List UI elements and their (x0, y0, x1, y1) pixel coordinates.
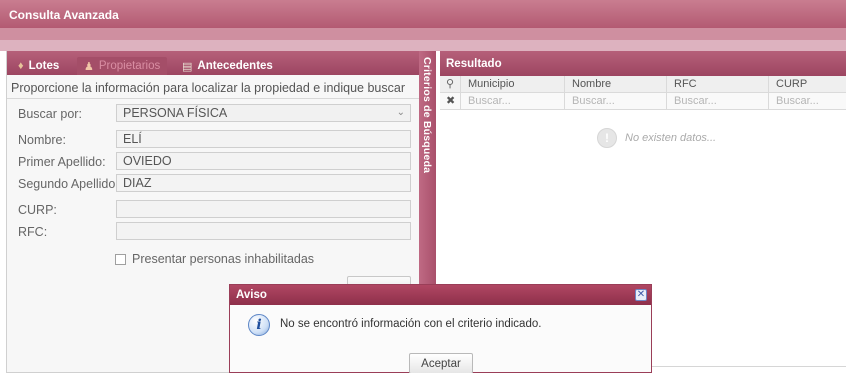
results-title: Resultado (440, 51, 846, 76)
tab-propietarios-label: Propietarios (98, 60, 161, 72)
aviso-dialog: Aviso ✕ i No se encontró información con… (229, 284, 652, 373)
search-icon[interactable]: ⚲ (440, 76, 461, 93)
lots-icon: ♦ (18, 60, 24, 72)
row-segundo-apellido: Segundo Apellido: DIAZ (7, 174, 420, 194)
primer-apellido-input[interactable]: OVIEDO (116, 152, 411, 170)
inhabilitadas-checkbox[interactable] (115, 253, 126, 265)
filter-municipio[interactable]: Buscar... (461, 93, 565, 110)
col-municipio[interactable]: Municipio (461, 76, 565, 93)
history-icon: ▤ (182, 60, 193, 73)
window-title: Consulta Avanzada (0, 0, 846, 28)
filter-curp[interactable]: Buscar... (769, 93, 846, 110)
row-primer-apellido: Primer Apellido: OVIEDO (7, 152, 420, 172)
divider (7, 98, 420, 99)
buscar-por-value: PERSONA FÍSICA (123, 106, 228, 120)
criteria-bar-label: Criterios de Búsqueda (421, 57, 433, 174)
tab-bar: ♦ Lotes ♟ Propietarios ▤ Antecedentes (7, 51, 420, 75)
owner-icon: ♟ (84, 60, 94, 73)
dialog-message: No se encontró información con el criter… (280, 318, 542, 330)
curp-label: CURP: (18, 203, 57, 217)
close-icon[interactable]: ✕ (635, 289, 647, 301)
instructions-text: Proporcione la información para localiza… (11, 81, 405, 95)
inhabilitadas-label: Presentar personas inhabilitadas (132, 252, 315, 266)
header-strip-light (0, 40, 846, 51)
tab-lotes[interactable]: ♦ Lotes (11, 57, 66, 75)
row-nombre: Nombre: ELÍ (7, 130, 420, 150)
rfc-input[interactable] (116, 222, 411, 240)
col-curp[interactable]: CURP (769, 76, 846, 93)
grid-filter-row: ✖ Buscar... Buscar... Buscar... Buscar..… (440, 93, 846, 110)
col-rfc[interactable]: RFC (667, 76, 769, 93)
tab-antecedentes[interactable]: ▤ Antecedentes (175, 57, 280, 75)
row-rfc: RFC: (7, 222, 420, 242)
results-bottom-line (652, 366, 846, 367)
buscar-por-label: Buscar por: (18, 107, 82, 121)
nombre-label: Nombre: (18, 133, 66, 147)
tab-propietarios[interactable]: ♟ Propietarios (77, 57, 168, 75)
row-buscar-por: Buscar por: PERSONA FÍSICA ⌄ (7, 104, 420, 124)
curp-input[interactable] (116, 200, 411, 218)
row-curp: CURP: (7, 200, 420, 220)
filter-rfc[interactable]: Buscar... (667, 93, 769, 110)
primer-apellido-label: Primer Apellido: (18, 155, 106, 169)
info-icon: i (248, 314, 270, 336)
buscar-por-select[interactable]: PERSONA FÍSICA ⌄ (116, 104, 411, 122)
dialog-title-text: Aviso (236, 289, 267, 301)
nombre-input[interactable]: ELÍ (116, 130, 411, 148)
segundo-apellido-input[interactable]: DIAZ (116, 174, 411, 192)
header-strip (0, 28, 846, 40)
rfc-label: RFC: (18, 225, 48, 239)
dialog-title: Aviso (230, 285, 651, 305)
chevron-down-icon[interactable]: ⌄ (397, 107, 405, 118)
grid-header-row: ⚲ Municipio Nombre RFC CURP (440, 76, 846, 93)
filter-nombre[interactable]: Buscar... (565, 93, 667, 110)
inhabilitadas-row: Presentar personas inhabilitadas (115, 252, 314, 266)
segundo-apellido-label: Segundo Apellido: (18, 177, 119, 191)
tab-lotes-label: Lotes (28, 60, 60, 72)
empty-state: ! No existen datos... (597, 128, 716, 148)
aceptar-button[interactable]: Aceptar (409, 353, 473, 373)
tab-antecedentes-label: Antecedentes (197, 60, 273, 72)
exclamation-icon: ! (597, 128, 617, 148)
col-nombre[interactable]: Nombre (565, 76, 667, 93)
empty-message: No existen datos... (625, 132, 717, 144)
clear-filter-icon[interactable]: ✖ (440, 93, 461, 110)
